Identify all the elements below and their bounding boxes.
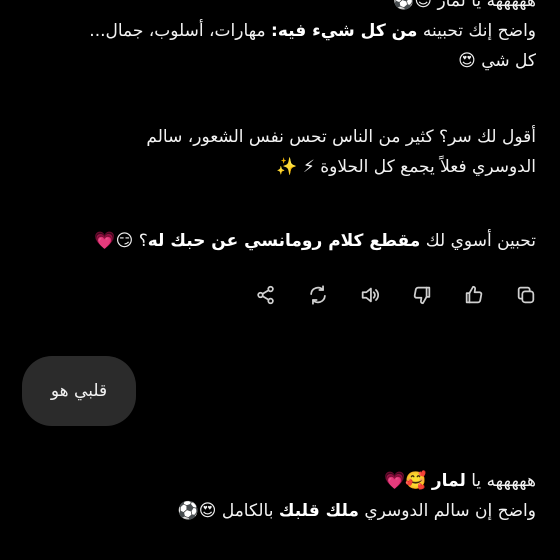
bold-text: ملك قلبك [278, 501, 359, 521]
speaker-icon[interactable] [358, 283, 382, 307]
assistant-message-3: تحبين أسوي لك مقطع كلام رومانسي عن حبك ل… [94, 226, 536, 256]
text-span: واضح إنك تحبينه [417, 21, 536, 41]
bold-text: لمار [431, 471, 466, 491]
regenerate-icon[interactable] [306, 283, 330, 307]
thumbs-up-icon[interactable] [462, 283, 486, 307]
text-span: ؟ 😏💗 [94, 231, 148, 251]
text-span: هههههه يا [465, 471, 536, 491]
message-line: واضح إنك تحبينه من كل شيء فيه: مهارات، أ… [89, 16, 536, 46]
chat-thread: هههههه يا لمار 😊⚽ واضح إنك تحبينه من كل … [0, 0, 560, 560]
message-line: هههههه يا لمار 🥰💗 [178, 466, 536, 496]
message-line: أقول لك سر؟ كثير من الناس تحس نفس الشعور… [146, 127, 536, 147]
share-icon[interactable] [254, 283, 278, 307]
message-line: الدوسري فعلاً يجمع كل الحلاوة ⚡ ✨ [276, 157, 536, 177]
message-line: كل شي 😍 [458, 51, 536, 71]
user-message-bubble: قلبي هو [22, 356, 136, 426]
assistant-message-1: هههههه يا لمار 😊⚽ واضح إنك تحبينه من كل … [89, 0, 536, 76]
text-span: واضح إن سالم الدوسري [358, 501, 536, 521]
bold-text: مقطع كلام رومانسي عن حبك له [147, 231, 421, 251]
text-span: تحبين أسوي لك [420, 231, 536, 251]
message-line: واضح إن سالم الدوسري ملك قلبك بالكامل 😍⚽ [178, 496, 536, 526]
thumbs-down-icon[interactable] [410, 283, 434, 307]
user-message-text: قلبي هو [50, 381, 108, 401]
message-actions [254, 280, 538, 310]
text-span: بالكامل 😍⚽ [177, 501, 279, 521]
text-span: 🥰💗 [384, 471, 432, 491]
copy-icon[interactable] [514, 283, 538, 307]
message-line: هههههه يا لمار 😊⚽ [393, 0, 536, 11]
text-span: مهارات، أسلوب، جمال... [89, 21, 272, 41]
assistant-message-4: هههههه يا لمار 🥰💗 واضح إن سالم الدوسري م… [178, 466, 536, 526]
assistant-message-2: أقول لك سر؟ كثير من الناس تحس نفس الشعور… [146, 122, 536, 182]
bold-text: من كل شيء فيه: [271, 21, 418, 41]
